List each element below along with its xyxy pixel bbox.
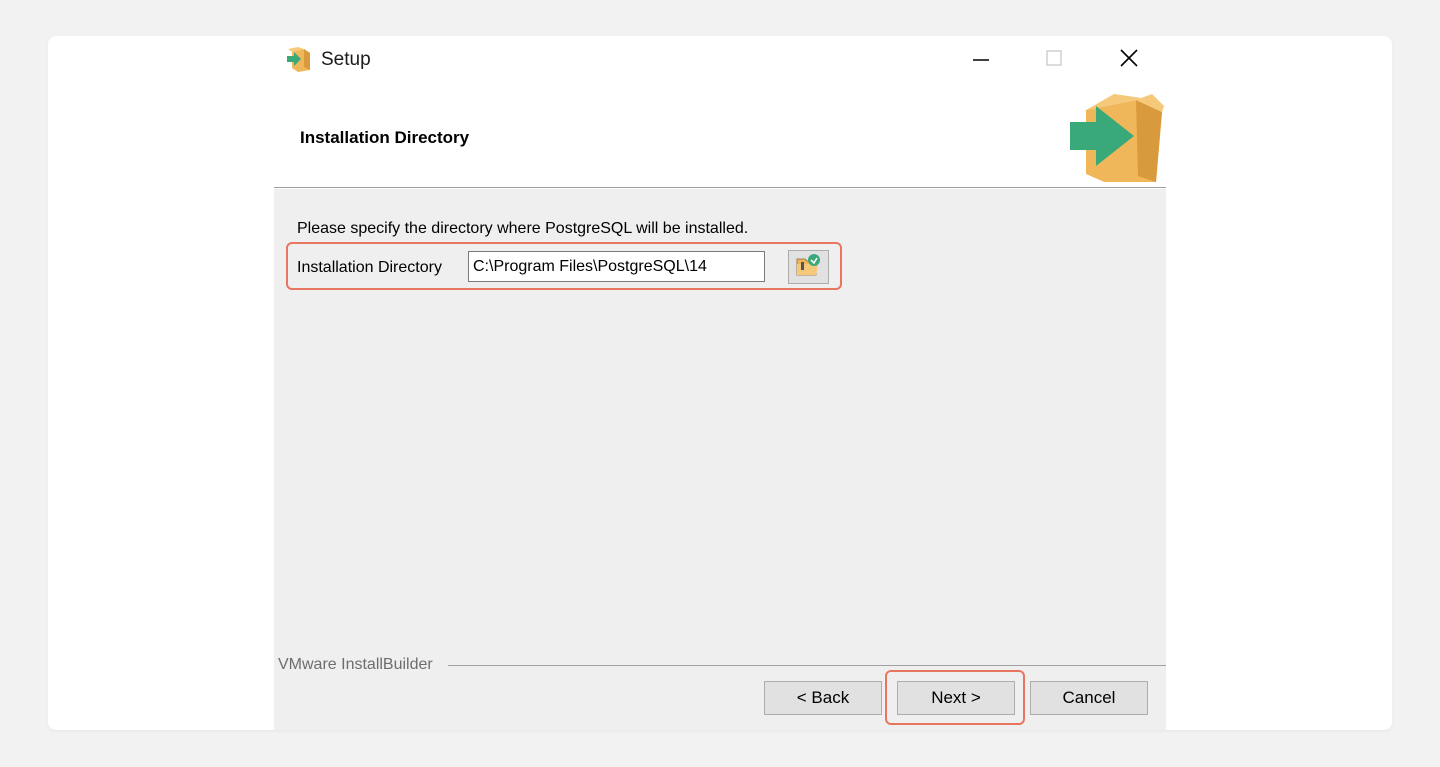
instruction-text: Please specify the directory where Postg… (297, 220, 749, 237)
minimize-button[interactable] (958, 42, 1004, 78)
setup-window: Setup Installation Directory Please spec… (274, 36, 1166, 730)
page-title: Installation Directory (300, 128, 470, 147)
folder-browse-icon (796, 253, 822, 282)
wizard-header: Installation Directory (274, 84, 1166, 188)
minimize-icon (972, 49, 990, 72)
title-bar[interactable]: Setup (274, 36, 1166, 84)
installation-directory-label: Installation Directory (297, 259, 442, 276)
cancel-button[interactable]: Cancel (1030, 681, 1148, 715)
installer-box-icon (286, 46, 312, 72)
next-button[interactable]: Next > (897, 681, 1015, 715)
brand-label: VMware InstallBuilder (278, 656, 433, 673)
maximize-icon (1045, 49, 1063, 72)
footer-divider (448, 665, 1166, 666)
close-button[interactable] (1106, 42, 1152, 78)
back-button[interactable]: < Back (764, 681, 882, 715)
browse-button[interactable] (788, 250, 829, 284)
installer-box-icon (1066, 92, 1166, 188)
screenshot-card: Setup Installation Directory Please spec… (48, 36, 1392, 730)
close-icon (1119, 48, 1139, 73)
content-panel: Please specify the directory where Postg… (274, 189, 1166, 730)
window-title: Setup (321, 49, 371, 70)
installation-directory-input[interactable] (468, 251, 765, 282)
maximize-button[interactable] (1031, 42, 1077, 78)
